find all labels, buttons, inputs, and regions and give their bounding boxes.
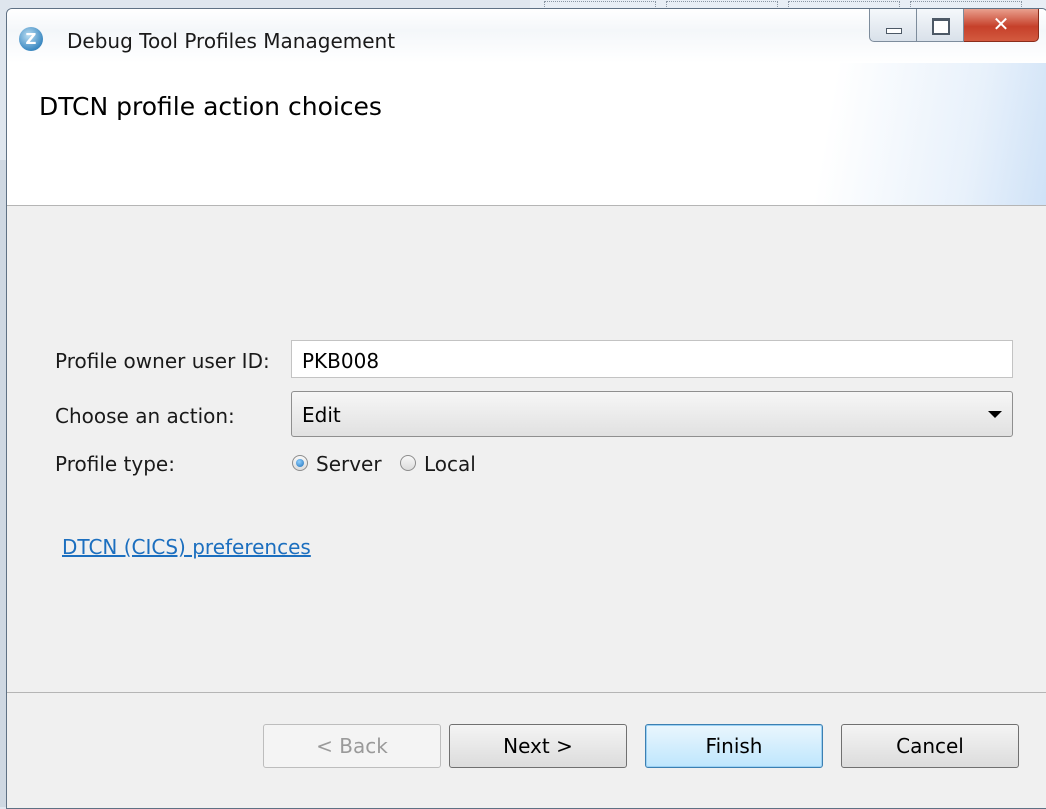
owner-user-id-input[interactable]: PKB008 — [291, 340, 1013, 378]
window-title: Debug Tool Profiles Management — [67, 29, 396, 53]
owner-label: Profile owner user ID: — [55, 349, 270, 373]
page-title: DTCN profile action choices — [39, 92, 382, 121]
server-radio[interactable] — [292, 455, 308, 471]
maximize-icon — [932, 18, 950, 35]
finish-button[interactable]: Finish — [645, 724, 823, 768]
dropdown-arrow-icon[interactable] — [988, 411, 1002, 418]
action-label: Choose an action: — [55, 404, 235, 428]
cancel-button[interactable]: Cancel — [841, 724, 1019, 768]
back-button[interactable]: < Back — [263, 724, 441, 768]
local-radio-label[interactable]: Local — [424, 452, 476, 476]
caption-buttons: ✕ — [869, 9, 1039, 43]
debug-tool-app-icon[interactable]: Z — [19, 27, 43, 51]
title-bar[interactable]: Z Debug Tool Profiles Management ✕ — [7, 9, 1046, 63]
dtcn-preferences-link[interactable]: DTCN (CICS) preferences — [62, 535, 311, 559]
profile-type-label: Profile type: — [55, 452, 175, 476]
server-radio-label[interactable]: Server — [316, 452, 382, 476]
dialog-window: Z Debug Tool Profiles Management ✕ DTCN … — [6, 8, 1046, 809]
local-radio[interactable] — [400, 455, 416, 471]
wizard-banner: DTCN profile action choices — [7, 63, 1046, 206]
action-dropdown[interactable]: Edit — [291, 391, 1013, 437]
close-icon: ✕ — [992, 12, 1010, 36]
minimize-button[interactable] — [869, 9, 917, 42]
close-button[interactable]: ✕ — [964, 9, 1039, 42]
minimize-icon — [886, 28, 902, 34]
action-selected-value: Edit — [302, 403, 341, 427]
next-button[interactable]: Next > — [449, 724, 627, 768]
maximize-button[interactable] — [917, 9, 964, 42]
footer-divider — [7, 692, 1046, 693]
